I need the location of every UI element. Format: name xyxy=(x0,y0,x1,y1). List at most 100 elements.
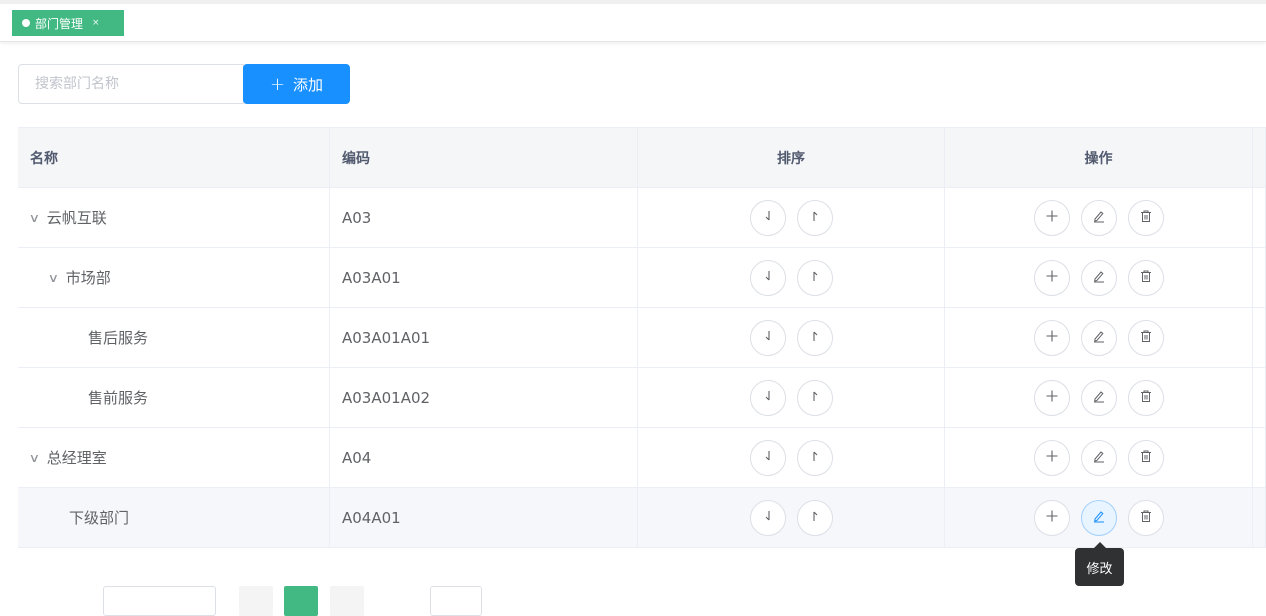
plus-icon: + xyxy=(269,73,286,95)
cell-ops xyxy=(945,308,1253,367)
edit-pencil-icon xyxy=(1092,209,1106,227)
edit-button[interactable] xyxy=(1080,439,1117,476)
current-page-button[interactable] xyxy=(284,586,318,616)
table-row: 售后服务 A03A01A01 xyxy=(18,308,1266,368)
cell-name: 售前服务 xyxy=(18,368,330,427)
add-child-button[interactable] xyxy=(1033,259,1070,296)
cell-ops xyxy=(945,488,1253,547)
department-name: 下级部门 xyxy=(69,509,130,527)
header-name: 名称 xyxy=(18,128,330,187)
edit-pencil-icon xyxy=(1092,509,1106,527)
arrow-down-icon xyxy=(761,269,775,287)
tab-department-management[interactable]: 部门管理 × xyxy=(12,10,124,36)
plus-icon xyxy=(1045,209,1059,227)
arrow-down-icon xyxy=(761,509,775,527)
arrow-down-icon xyxy=(761,449,775,467)
delete-button[interactable] xyxy=(1127,499,1164,536)
cell-name: ∨ 市场部 xyxy=(18,248,330,307)
move-down-button[interactable] xyxy=(749,379,786,416)
next-page-button[interactable] xyxy=(330,586,364,616)
department-name: 售后服务 xyxy=(88,329,149,347)
move-down-button[interactable] xyxy=(749,439,786,476)
cell-ops xyxy=(945,188,1253,247)
page-jump-input[interactable] xyxy=(430,586,482,616)
add-button[interactable]: + 添加 xyxy=(243,64,350,104)
header-ops: 操作 xyxy=(945,128,1253,187)
delete-button[interactable] xyxy=(1127,259,1164,296)
edit-pencil-icon xyxy=(1092,329,1106,347)
trash-icon xyxy=(1139,449,1153,467)
department-name: 总经理室 xyxy=(46,449,107,467)
cell-code: A03A01A02 xyxy=(330,368,638,427)
tags-view-bar: 部门管理 × xyxy=(0,0,1266,42)
trash-icon xyxy=(1139,509,1153,527)
search-input[interactable] xyxy=(18,64,244,104)
cell-code: A03A01 xyxy=(330,248,638,307)
close-icon[interactable]: × xyxy=(92,18,100,28)
arrow-up-icon xyxy=(808,329,822,347)
add-child-button[interactable] xyxy=(1033,319,1070,356)
move-up-button[interactable] xyxy=(796,199,833,236)
arrow-down-icon xyxy=(761,329,775,347)
chevron-down-icon[interactable]: ∨ xyxy=(48,271,59,285)
arrow-up-icon xyxy=(808,269,822,287)
move-up-button[interactable] xyxy=(796,439,833,476)
chevron-down-icon[interactable]: ∨ xyxy=(29,451,40,465)
edit-button[interactable] xyxy=(1080,319,1117,356)
move-down-button[interactable] xyxy=(749,199,786,236)
move-up-button[interactable] xyxy=(796,379,833,416)
cell-name: 下级部门 xyxy=(18,488,330,547)
active-dot-icon xyxy=(22,19,30,27)
arrow-down-icon xyxy=(761,389,775,407)
delete-button[interactable] xyxy=(1127,439,1164,476)
delete-button[interactable] xyxy=(1127,199,1164,236)
department-name: 售前服务 xyxy=(88,389,149,407)
cell-sort xyxy=(638,368,945,427)
page-size-select[interactable] xyxy=(103,586,216,616)
add-child-button[interactable] xyxy=(1033,499,1070,536)
cell-name: ∨ 云帆互联 xyxy=(18,188,330,247)
table-row: 售前服务 A03A01A02 xyxy=(18,368,1266,428)
cell-sort xyxy=(638,248,945,307)
trash-icon xyxy=(1139,389,1153,407)
header-sort: 排序 xyxy=(638,128,945,187)
chevron-down-icon[interactable]: ∨ xyxy=(29,211,40,225)
arrow-up-icon xyxy=(808,209,822,227)
cell-code: A03A01A01 xyxy=(330,308,638,367)
move-up-button[interactable] xyxy=(796,259,833,296)
plus-icon xyxy=(1045,329,1059,347)
edit-button[interactable] xyxy=(1080,499,1117,536)
add-child-button[interactable] xyxy=(1033,439,1070,476)
trash-icon xyxy=(1139,329,1153,347)
move-down-button[interactable] xyxy=(749,499,786,536)
cell-ops xyxy=(945,428,1253,487)
edit-button[interactable] xyxy=(1080,199,1117,236)
table-row: ∨ 市场部 A03A01 xyxy=(18,248,1266,308)
tab-label: 部门管理 xyxy=(35,16,84,31)
move-up-button[interactable] xyxy=(796,319,833,356)
edit-button[interactable] xyxy=(1080,259,1117,296)
delete-button[interactable] xyxy=(1127,379,1164,416)
move-down-button[interactable] xyxy=(749,319,786,356)
prev-page-button[interactable] xyxy=(239,586,273,616)
table-row: 下级部门 A04A01 xyxy=(18,488,1266,548)
move-up-button[interactable] xyxy=(796,499,833,536)
move-down-button[interactable] xyxy=(749,259,786,296)
arrow-up-icon xyxy=(808,449,822,467)
arrow-up-icon xyxy=(808,389,822,407)
cell-code: A04A01 xyxy=(330,488,638,547)
cell-sort xyxy=(638,188,945,247)
table-row: ∨ 云帆互联 A03 xyxy=(18,188,1266,248)
edit-tooltip: 修改 xyxy=(1075,542,1124,586)
add-child-button[interactable] xyxy=(1033,379,1070,416)
add-button-label: 添加 xyxy=(293,75,324,94)
department-name: 云帆互联 xyxy=(46,209,107,227)
arrow-up-icon xyxy=(808,509,822,527)
add-child-button[interactable] xyxy=(1033,199,1070,236)
edit-pencil-icon xyxy=(1092,449,1106,467)
department-table: 名称 编码 排序 操作 ∨ 云帆互联 A03 ∨ 市场部 A03A01 售后服务 A03A01… xyxy=(18,127,1266,548)
cell-name: 售后服务 xyxy=(18,308,330,367)
edit-button[interactable] xyxy=(1080,379,1117,416)
delete-button[interactable] xyxy=(1127,319,1164,356)
table-row: ∨ 总经理室 A04 xyxy=(18,428,1266,488)
